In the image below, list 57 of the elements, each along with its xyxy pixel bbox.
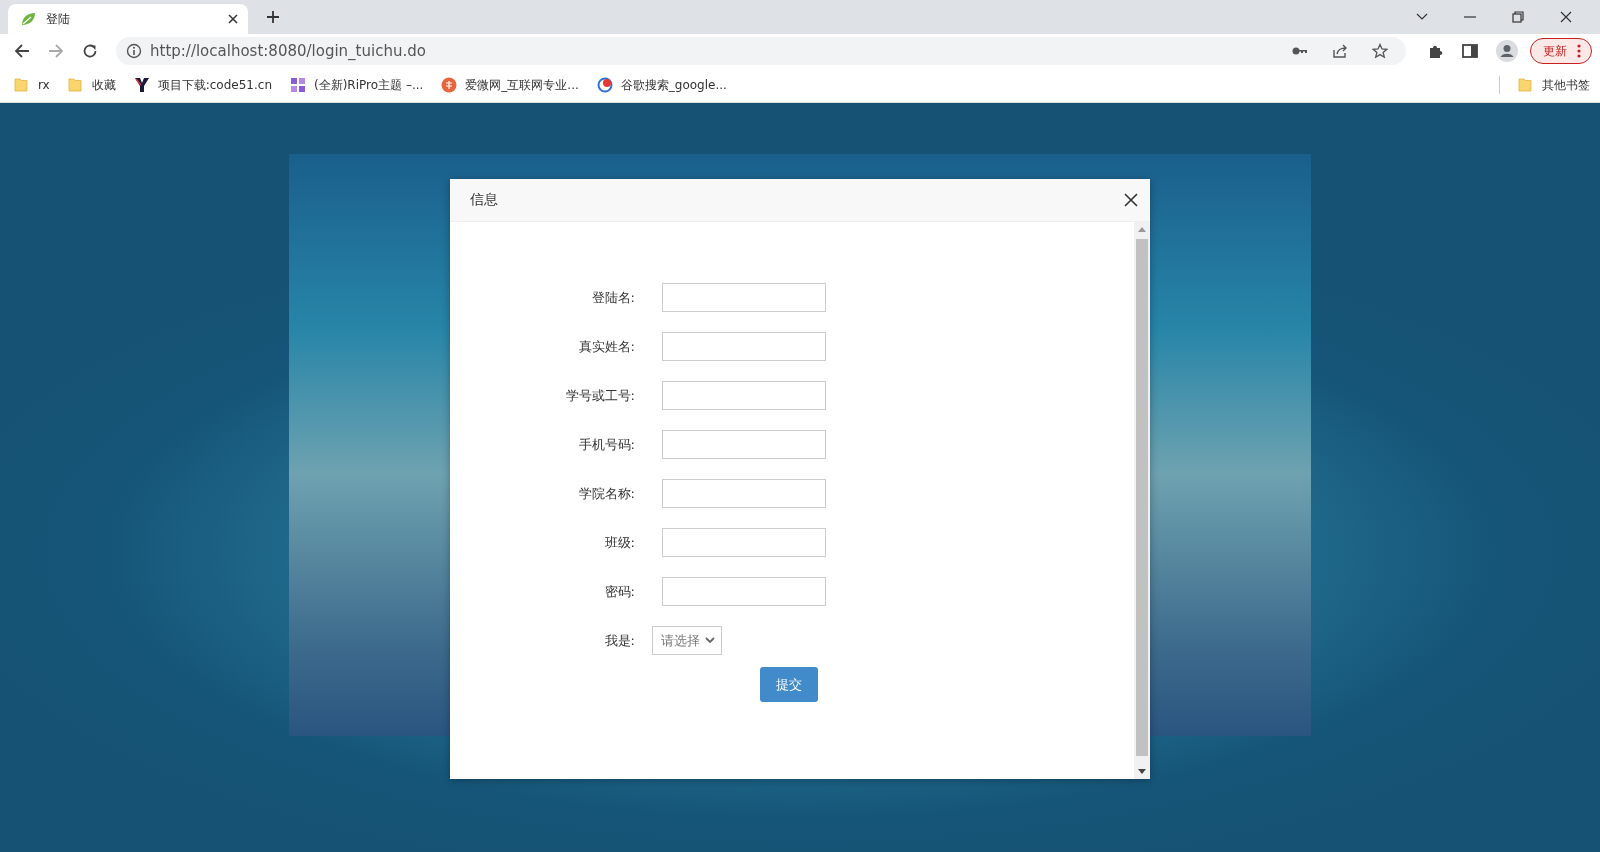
bookmark-item[interactable]: 收藏 [67, 76, 116, 94]
bookmark-item[interactable]: 其他书签 [1518, 76, 1590, 94]
dialog-title: 信息 [470, 191, 498, 209]
field-label: 密码: [603, 582, 636, 601]
grid-logo-icon [290, 77, 306, 93]
field-label: 手机号码: [577, 435, 636, 454]
field-label: 我是: [603, 631, 636, 650]
chevron-down-icon [705, 637, 715, 644]
round-logo-icon [441, 77, 458, 93]
scroll-down-icon[interactable] [1138, 769, 1146, 774]
address-bar[interactable]: http://localhost:8080/login_tuichu.do [116, 37, 1406, 65]
bookmark-item[interactable]: 谷歌搜索_google... [596, 76, 727, 94]
leaf-icon [20, 11, 36, 27]
field-label: 登陆名: [590, 288, 636, 307]
avatar-icon[interactable] [1496, 40, 1518, 62]
url-text: http://localhost:8080/login_tuichu.do [150, 42, 426, 60]
close-icon[interactable] [1124, 193, 1138, 207]
scrollbar[interactable] [1134, 222, 1150, 779]
share-icon[interactable] [1332, 43, 1348, 59]
letter-y-logo-icon [133, 77, 150, 93]
tab-title: 登陆 [46, 10, 71, 28]
browser-tab[interactable]: 登陆 [8, 4, 248, 34]
puzzle-icon[interactable] [1428, 43, 1444, 59]
bookmark-item[interactable]: 爱微网_互联网专业... [441, 76, 579, 94]
input-field[interactable] [662, 577, 826, 606]
close-icon[interactable] [1560, 11, 1572, 23]
back-arrow-icon[interactable] [14, 44, 30, 58]
field-label: 学号或工号: [564, 386, 636, 405]
bookmark-item[interactable]: (全新)RiPro主题 –... [290, 76, 424, 94]
field-label: 真实姓名: [577, 337, 636, 356]
folder-icon [14, 77, 30, 93]
folder-icon [1518, 77, 1534, 93]
input-field[interactable] [662, 528, 826, 557]
plus-icon[interactable] [266, 10, 280, 24]
submit-button[interactable]: 提交 [760, 667, 818, 702]
select-dropdown[interactable]: 请选择 [652, 626, 722, 655]
input-field[interactable] [662, 479, 826, 508]
folder-icon [67, 77, 84, 93]
info-icon [126, 43, 142, 59]
bookmark-item[interactable]: 项目下载:code51.cn [133, 76, 272, 94]
input-field[interactable] [662, 430, 826, 459]
globe-badge-icon [596, 77, 613, 93]
input-field[interactable] [662, 283, 826, 312]
bookmark-item[interactable]: rx [14, 77, 50, 93]
input-field[interactable] [662, 332, 826, 361]
sidebar-icon[interactable] [1462, 44, 1478, 58]
key-icon[interactable] [1292, 46, 1308, 56]
restore-icon[interactable] [1512, 11, 1524, 23]
more-vertical-icon[interactable] [1577, 44, 1581, 58]
close-icon[interactable] [228, 14, 238, 24]
star-icon[interactable] [1372, 43, 1388, 59]
update-button[interactable]: 更新 [1530, 38, 1592, 64]
input-field[interactable] [662, 381, 826, 410]
field-label: 班级: [603, 533, 636, 552]
reload-icon[interactable] [82, 43, 98, 59]
chevron-down-icon[interactable] [1416, 13, 1428, 21]
field-label: 学院名称: [577, 484, 636, 503]
